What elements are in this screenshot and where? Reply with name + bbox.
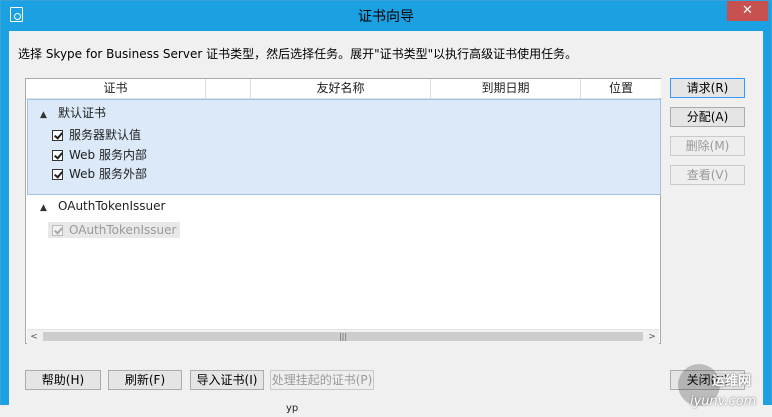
horizontal-scrollbar[interactable]: < ||| > (27, 329, 659, 344)
checkbox-checked-disabled (52, 225, 63, 236)
scroll-left-icon[interactable]: < (27, 330, 41, 344)
item-label: 服务器默认值 (69, 128, 142, 142)
request-button[interactable]: 请求(R) (670, 78, 745, 98)
watermark: 运维网 iyunv.com (678, 364, 770, 414)
scroll-right-icon[interactable]: > (645, 330, 659, 344)
window-title: 证书向导 (358, 9, 414, 25)
scrollbar-thumb[interactable]: ||| (43, 332, 643, 341)
view-button[interactable]: 查看(V) (670, 165, 745, 185)
certificate-list[interactable]: 证书 友好名称 到期日期 位置 ▲ 默认证书 服务器默认值 Web 服务内部 We… (25, 78, 661, 344)
help-button[interactable]: 帮助(H) (25, 370, 101, 390)
list-item[interactable]: Web 服务内部 (52, 147, 147, 163)
column-header-blank[interactable] (206, 79, 251, 98)
import-certificate-button[interactable]: 导入证书(I) (190, 370, 264, 390)
group-label: OAuthTokenIssuer (58, 199, 166, 213)
instruction-text: 选择 Skype for Business Server 证书类型，然后选择任务… (18, 47, 578, 61)
chevron-up-icon[interactable]: ▲ (40, 110, 50, 120)
watermark-text: 运维网 (712, 374, 752, 389)
checkbox-checked[interactable] (52, 150, 63, 161)
title-bar[interactable]: 证书向导 ✕ (1, 1, 771, 29)
list-item-disabled: OAuthTokenIssuer (48, 222, 181, 238)
item-label: Web 服务外部 (69, 167, 147, 181)
refresh-button[interactable]: 刷新(F) (108, 370, 182, 390)
list-item[interactable]: Web 服务外部 (52, 166, 147, 182)
list-item[interactable]: 服务器默认值 (52, 127, 141, 143)
column-header-expiry-date[interactable]: 到期日期 (431, 79, 581, 98)
group-header-oauth[interactable]: ▲ OAuthTokenIssuer (40, 199, 165, 213)
column-header-friendly-name[interactable]: 友好名称 (251, 79, 431, 98)
close-window-button[interactable]: ✕ (727, 1, 768, 21)
assign-button[interactable]: 分配(A) (670, 107, 745, 127)
chevron-up-icon[interactable]: ▲ (40, 203, 50, 213)
checkbox-checked[interactable] (52, 169, 63, 180)
process-pending-button[interactable]: 处理挂起的证书(P) (270, 370, 374, 390)
watermark-url: iyunv.com (690, 394, 757, 409)
checkbox-checked[interactable] (52, 130, 63, 141)
item-label: OAuthTokenIssuer (69, 223, 177, 237)
delete-button[interactable]: 删除(M) (670, 136, 745, 156)
column-header-certificate[interactable]: 证书 (26, 79, 206, 98)
bottom-strip (0, 405, 772, 417)
item-label: Web 服务内部 (69, 148, 147, 162)
group-header-default[interactable]: ▲ 默认证书 (40, 104, 106, 121)
background-text-fragment: yp (286, 403, 299, 414)
group-label: 默认证书 (58, 106, 107, 120)
column-header-location[interactable]: 位置 (581, 79, 661, 98)
